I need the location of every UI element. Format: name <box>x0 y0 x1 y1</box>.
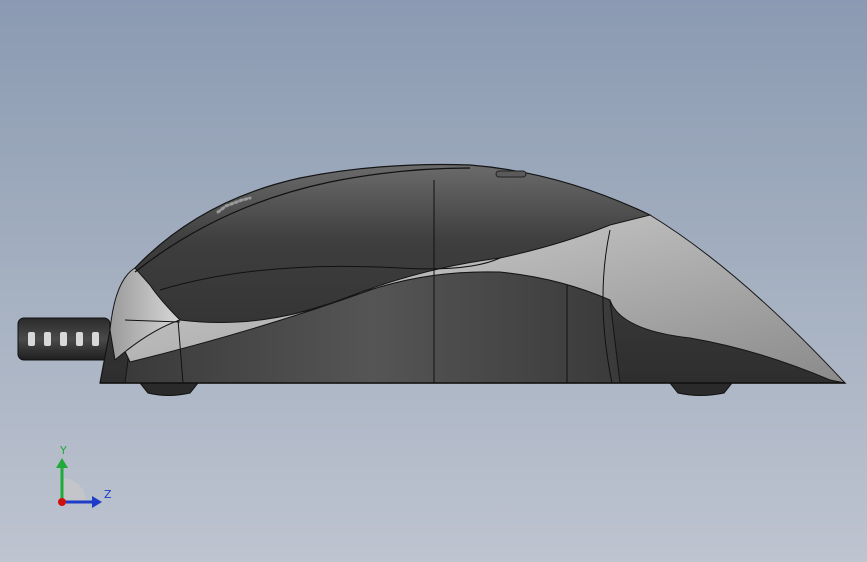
cable-strain-relief <box>17 317 111 361</box>
mouse-model[interactable] <box>0 0 867 562</box>
mouse-feet <box>138 382 734 396</box>
z-axis-label: Z <box>104 488 112 501</box>
graphics-viewport[interactable]: Y Z <box>0 0 867 562</box>
y-axis-label: Y <box>59 444 67 457</box>
origin-point <box>58 498 66 506</box>
coordinate-triad: Y Z <box>56 444 112 508</box>
dpi-buttons <box>495 170 527 178</box>
